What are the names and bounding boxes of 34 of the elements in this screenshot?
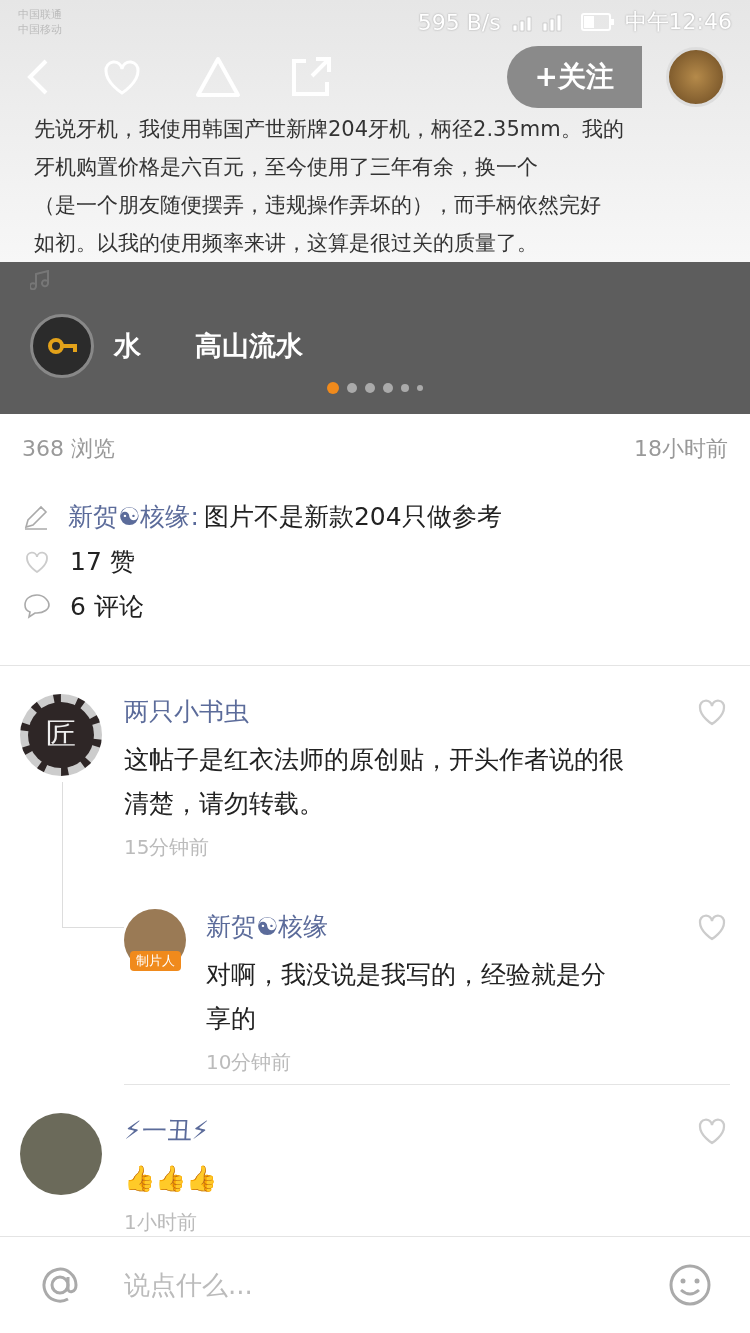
comment-text: 👍👍👍 <box>124 1162 218 1195</box>
comment-count: 6 评论 <box>70 590 144 623</box>
page-dot[interactable] <box>327 382 339 394</box>
article-text-line: 牙机购置价格是六百元，至今使用了三年有余，换一个 <box>33 154 539 181</box>
page-dot[interactable] <box>401 384 409 392</box>
page-dot[interactable] <box>365 383 375 393</box>
article-text-line: 如初。以我的使用频率来讲，这算是很过关的质量了。 <box>33 230 539 257</box>
battery-icon <box>580 12 615 32</box>
reply-text: 对啊，我没说是我写的，经验就是分享的 <box>206 958 606 1035</box>
comment-time: 15分钟前 <box>124 833 211 861</box>
reply-time: 10分钟前 <box>206 1048 293 1076</box>
page-dot[interactable] <box>347 383 357 393</box>
song-title-tail: 水 <box>114 329 141 363</box>
caption-text: 图片不是新款204只做参考 <box>203 502 502 532</box>
smiley-icon[interactable] <box>668 1262 712 1307</box>
page-dot[interactable] <box>417 385 423 391</box>
gear-avatar[interactable]: 匠 <box>20 693 102 776</box>
article-text-line: 先说牙机，我使用韩国产世新牌204牙机，柄径2.35mm。我的 <box>33 116 625 143</box>
commenter-name[interactable]: 两只小书虫 <box>124 695 249 729</box>
commenter-name[interactable]: 新贺☯核缘 <box>206 910 329 944</box>
page-dot[interactable] <box>383 383 393 393</box>
role-badge: 制片人 <box>129 950 181 971</box>
follow-button[interactable]: +关注 <box>506 46 642 108</box>
view-count: 368 浏览 <box>22 435 115 464</box>
song-title: 高山流水 <box>195 329 303 363</box>
music-note-icon <box>30 270 52 290</box>
like-count: 17 赞 <box>70 546 135 578</box>
commenter-name[interactable]: ⚡一丑⚡ <box>124 1114 210 1148</box>
caption-author[interactable]: 新贺☯核缘: <box>68 502 199 532</box>
comment-text: 这帖子是红衣法师的原创贴，开头作者说的很清楚，请勿转载。 <box>124 743 625 820</box>
speech-bubble-icon <box>22 592 52 621</box>
post-time: 18小时前 <box>634 435 728 464</box>
comment-time: 1小时前 <box>124 1208 198 1236</box>
article-text-line: （是一个朋友随便摆弄，违规操作弄坏的），而手柄依然完好 <box>33 192 602 219</box>
